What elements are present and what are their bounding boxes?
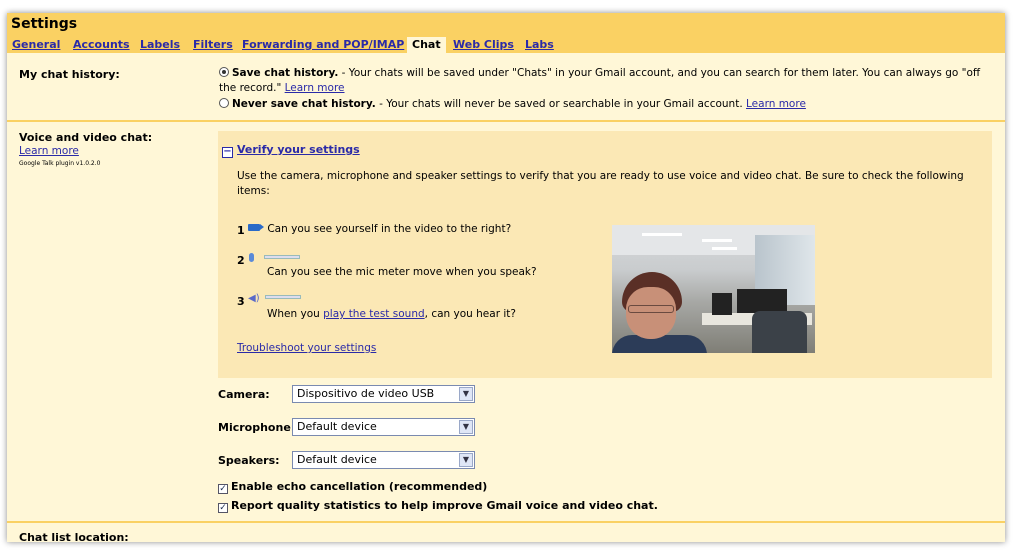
microphone-select[interactable]: Default device ▼ — [292, 418, 475, 436]
tab-web-clips[interactable]: Web Clips — [453, 38, 514, 51]
tab-labs[interactable]: Labs — [525, 38, 554, 51]
chevron-down-icon[interactable]: ▼ — [459, 453, 473, 467]
speakers-select-value: Default device — [297, 453, 377, 466]
chevron-down-icon[interactable]: ▼ — [459, 387, 473, 401]
mic-meter — [264, 255, 301, 259]
never-save-history-description: - Your chats will never be saved or sear… — [375, 98, 747, 110]
check-number-2: 2 — [237, 254, 245, 267]
tab-labels[interactable]: Labels — [140, 38, 180, 51]
chat-history-label: My chat history: — [19, 68, 120, 81]
tab-filters[interactable]: Filters — [193, 38, 233, 51]
check-text-3-before: When you — [267, 308, 324, 320]
video-preview — [612, 225, 815, 353]
check-text-1: Can you see yourself in the video to the… — [267, 223, 512, 235]
quality-stats-checkbox[interactable]: ✓ — [218, 503, 228, 513]
check-text-2: Can you see the mic meter move when you … — [267, 266, 537, 278]
tab-chat[interactable]: Chat — [407, 37, 446, 53]
save-history-radio[interactable] — [219, 67, 229, 77]
speaker-icon: ◀) — [248, 293, 260, 304]
page-title: Settings — [11, 16, 78, 32]
speakers-label: Speakers: — [218, 454, 280, 467]
section-divider — [7, 521, 1005, 523]
quality-stats-label: Report quality statistics to help improv… — [231, 499, 658, 512]
quality-stats-option[interactable]: ✓ Report quality statistics to help impro… — [218, 499, 658, 513]
play-test-sound-link[interactable]: play the test sound — [323, 308, 425, 320]
speaker-meter — [264, 295, 301, 299]
save-history-title: Save chat history. — [232, 67, 339, 79]
microphone-label: Microphone: — [218, 421, 296, 434]
save-history-learn-more-link[interactable]: Learn more — [285, 82, 345, 94]
section-divider — [7, 120, 1005, 122]
never-save-history-title: Never save chat history. — [232, 98, 376, 110]
verify-settings-panel: − Verify your settings Use the camera, mi… — [218, 131, 992, 378]
microphone-select-value: Default device — [297, 420, 377, 433]
tab-forwarding[interactable]: Forwarding and POP/IMAP — [242, 38, 404, 51]
check-text-3-after: , can you hear it? — [424, 308, 516, 320]
speakers-select[interactable]: Default device ▼ — [292, 451, 475, 469]
echo-cancellation-checkbox[interactable]: ✓ — [218, 484, 228, 494]
check-number-3: 3 — [237, 295, 245, 308]
tab-general[interactable]: General — [12, 38, 60, 51]
camera-icon — [248, 224, 264, 231]
echo-cancellation-label: Enable echo cancellation (recommended) — [231, 480, 488, 493]
save-history-option[interactable]: Save chat history. - Your chats will be … — [219, 66, 995, 96]
settings-window: Settings General Accounts Labels Filters… — [7, 13, 1005, 542]
tab-accounts[interactable]: Accounts — [73, 38, 130, 51]
camera-select[interactable]: Dispositivo de video USB ▼ — [292, 385, 475, 403]
plugin-version: Google Talk plugin v1.0.2.0 — [19, 160, 101, 167]
camera-label: Camera: — [218, 388, 270, 401]
echo-cancellation-option[interactable]: ✓ Enable echo cancellation (recommended) — [218, 480, 487, 494]
chat-list-location-label: Chat list location: — [19, 531, 129, 542]
troubleshoot-link[interactable]: Troubleshoot your settings — [237, 342, 376, 354]
camera-select-value: Dispositivo de video USB — [297, 387, 435, 400]
never-save-history-radio[interactable] — [219, 98, 229, 108]
never-save-history-learn-more-link[interactable]: Learn more — [746, 98, 806, 110]
settings-header: Settings General Accounts Labels Filters… — [7, 13, 1005, 53]
chevron-down-icon[interactable]: ▼ — [459, 420, 473, 434]
verify-intro: Use the camera, microphone and speaker s… — [237, 170, 964, 197]
check-number-1: 1 — [237, 224, 245, 237]
verify-settings-link[interactable]: Verify your settings — [237, 143, 360, 156]
voice-video-learn-more-link[interactable]: Learn more — [19, 145, 79, 157]
voice-video-label: Voice and video chat: — [19, 131, 153, 144]
never-save-history-option[interactable]: Never save chat history. - Your chats wi… — [219, 97, 995, 112]
microphone-icon — [249, 253, 254, 262]
collapse-icon[interactable]: − — [222, 147, 233, 158]
